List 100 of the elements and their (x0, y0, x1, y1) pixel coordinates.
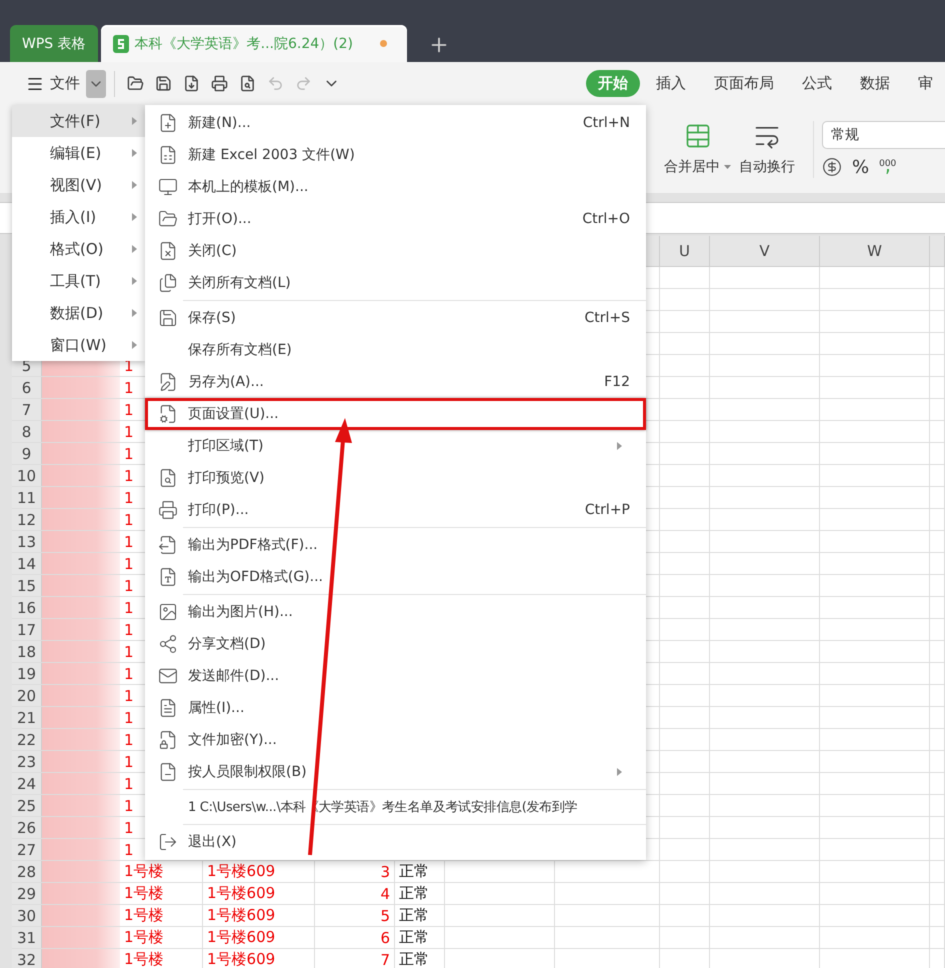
file-type-icon (158, 567, 178, 587)
menu-item[interactable]: 编辑(E) (12, 137, 145, 169)
menu-item[interactable]: 保存(S) Ctrl+S (145, 302, 646, 334)
ribbon-tab[interactable]: 页面布局 (702, 70, 786, 97)
thousands-button[interactable]: 000 (879, 160, 896, 174)
table-cell: 1号楼609 (203, 927, 315, 948)
row-header[interactable]: 18 (12, 641, 42, 662)
menu-item[interactable]: 本机上的模板(M)... (145, 171, 646, 203)
menu-item[interactable]: 打开(O)... Ctrl+O (145, 203, 646, 235)
app-home-tab[interactable]: WPS 表格 (10, 25, 98, 62)
row-header[interactable]: 20 (12, 685, 42, 706)
table-cell: 正常 (395, 883, 445, 904)
table-cell: 1号楼609 (203, 861, 315, 882)
menu-item[interactable]: 新建(N)... Ctrl+N (145, 107, 646, 139)
save-icon (158, 308, 178, 328)
row-header[interactable]: 23 (12, 751, 42, 772)
new-file-icon (158, 113, 178, 133)
table-cell: 正常 (395, 905, 445, 926)
file-lock-icon (158, 730, 178, 750)
table-cell: 正常 (395, 861, 445, 882)
image-icon (158, 602, 178, 622)
exit-icon (158, 832, 178, 852)
menu-item[interactable]: 插入(I) (12, 201, 145, 233)
menu-item[interactable]: 工具(T) (12, 265, 145, 297)
table-cell: 正常 (395, 927, 445, 948)
column-header[interactable]: U (660, 236, 710, 266)
row-header[interactable]: 21 (12, 707, 42, 728)
row-header[interactable]: 7 (12, 399, 42, 420)
menu-item[interactable]: 关闭(C) (145, 235, 646, 267)
ribbon-tab[interactable]: 插入 (644, 70, 698, 97)
table-cell: 正常 (395, 949, 445, 968)
close-file-icon (158, 241, 178, 261)
submenu-arrow-icon (132, 213, 137, 221)
row-header[interactable]: 10 (12, 465, 42, 486)
table-cell: 1号楼609 (203, 949, 315, 968)
wrap-text-button[interactable]: 自动换行 (737, 122, 797, 176)
percent-button[interactable]: % (852, 156, 870, 178)
file-export-icon (158, 535, 178, 555)
submenu-arrow-icon (132, 181, 137, 189)
ribbon-tab[interactable]: 数据 (848, 70, 902, 97)
row-header[interactable]: 26 (12, 817, 42, 838)
row-header[interactable]: 16 (12, 597, 42, 618)
row-header[interactable]: 8 (12, 421, 42, 442)
row-header[interactable]: 17 (12, 619, 42, 640)
menu-item[interactable]: 文件(F) (12, 105, 145, 137)
row-header[interactable]: 29 (12, 883, 42, 904)
submenu-arrow-icon (132, 309, 137, 317)
table-cell: 4 (315, 883, 395, 904)
table-cell: 1号楼 (120, 927, 203, 948)
row-header[interactable]: 15 (12, 575, 42, 596)
file-edit-icon (158, 372, 178, 392)
menu-item[interactable]: 窗口(W) (12, 329, 145, 361)
spreadsheet-file-icon (158, 145, 178, 165)
share-icon (158, 634, 178, 654)
currency-icon[interactable] (822, 157, 842, 177)
submenu-arrow-icon (132, 245, 137, 253)
menu-item[interactable]: 视图(V) (12, 169, 145, 201)
spreadsheet-logo-icon (112, 34, 129, 52)
row-header[interactable]: 9 (12, 443, 42, 464)
menu-item[interactable]: 格式(O) (12, 233, 145, 265)
number-format-field[interactable]: 常规 (822, 120, 945, 148)
row-header[interactable]: 14 (12, 553, 42, 574)
row-header[interactable]: 27 (12, 839, 42, 860)
file-settings-icon (158, 404, 178, 424)
row-header[interactable]: 22 (12, 729, 42, 750)
row-header[interactable]: 32 (12, 949, 42, 968)
row-header[interactable]: 31 (12, 927, 42, 948)
file-menu-button[interactable]: 文件 (22, 74, 84, 93)
submenu-arrow-icon (132, 277, 137, 285)
print-icon (158, 500, 178, 520)
table-cell: 1号楼609 (203, 905, 315, 926)
row-header[interactable]: 19 (12, 663, 42, 684)
submenu-arrow-icon (132, 149, 137, 157)
column-header[interactable]: W (820, 236, 930, 266)
row-header[interactable]: 13 (12, 531, 42, 552)
row-header[interactable]: 24 (12, 773, 42, 794)
row-header[interactable]: 30 (12, 905, 42, 926)
menu-dropdown-button[interactable] (86, 70, 106, 98)
column-header[interactable]: V (710, 236, 820, 266)
row-header[interactable]: 11 (12, 487, 42, 508)
merge-cells-icon (684, 122, 712, 150)
ribbon-tab[interactable]: 审 (906, 70, 945, 97)
table-cell: 1号楼 (120, 883, 203, 904)
row-header[interactable]: 25 (12, 795, 42, 816)
menu-item[interactable]: 数据(D) (12, 297, 145, 329)
comma-icon (886, 169, 890, 174)
merge-center-button[interactable]: 合并居中 (662, 122, 733, 176)
files-icon (158, 273, 178, 293)
table-cell: 1号楼 (120, 861, 203, 882)
ribbon-tab[interactable]: 公式 (790, 70, 844, 97)
row-header[interactable]: 28 (12, 861, 42, 882)
table-cell: 7 (315, 949, 395, 968)
table-cell: 1号楼 (120, 949, 203, 968)
row-header[interactable]: 12 (12, 509, 42, 530)
table-cell: 5 (315, 905, 395, 926)
caret-icon (724, 165, 731, 170)
row-header[interactable]: 6 (12, 377, 42, 398)
menu-item[interactable]: 关闭所有文档(L) (145, 267, 646, 299)
menu-item[interactable]: 页面设置(U)... (145, 398, 646, 430)
menu-item[interactable]: 新建 Excel 2003 文件(W) (145, 139, 646, 171)
